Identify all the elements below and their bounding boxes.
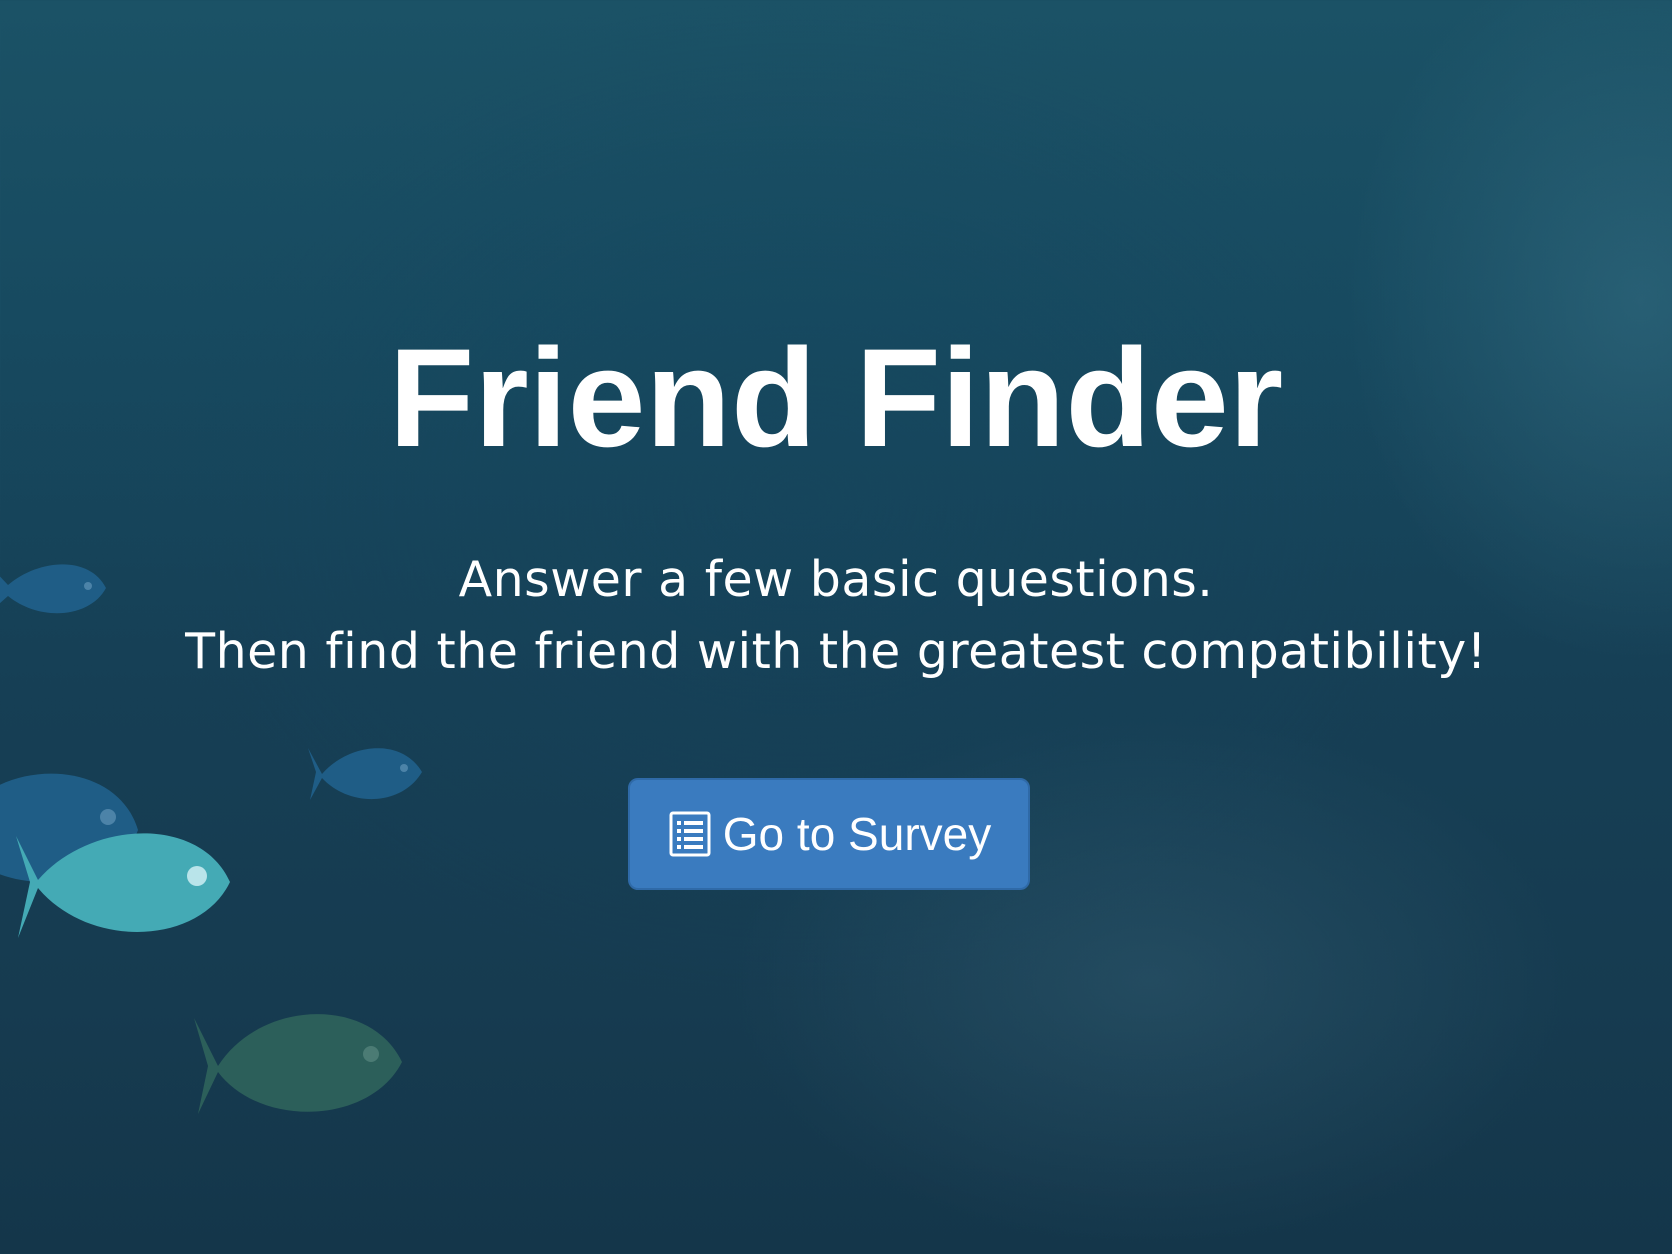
go-to-survey-label: Go to Survey bbox=[722, 808, 992, 860]
list-alt-icon bbox=[669, 811, 711, 857]
tagline-line-1: Answer a few basic questions. bbox=[458, 551, 1214, 608]
hero-section: Friend Finder Answer a few basic questio… bbox=[0, 0, 1672, 1254]
go-to-survey-button[interactable]: Go to Survey bbox=[628, 778, 1030, 890]
tagline-line-2: Then find the friend with the greatest c… bbox=[185, 623, 1487, 680]
page-title: Friend Finder bbox=[388, 319, 1284, 476]
